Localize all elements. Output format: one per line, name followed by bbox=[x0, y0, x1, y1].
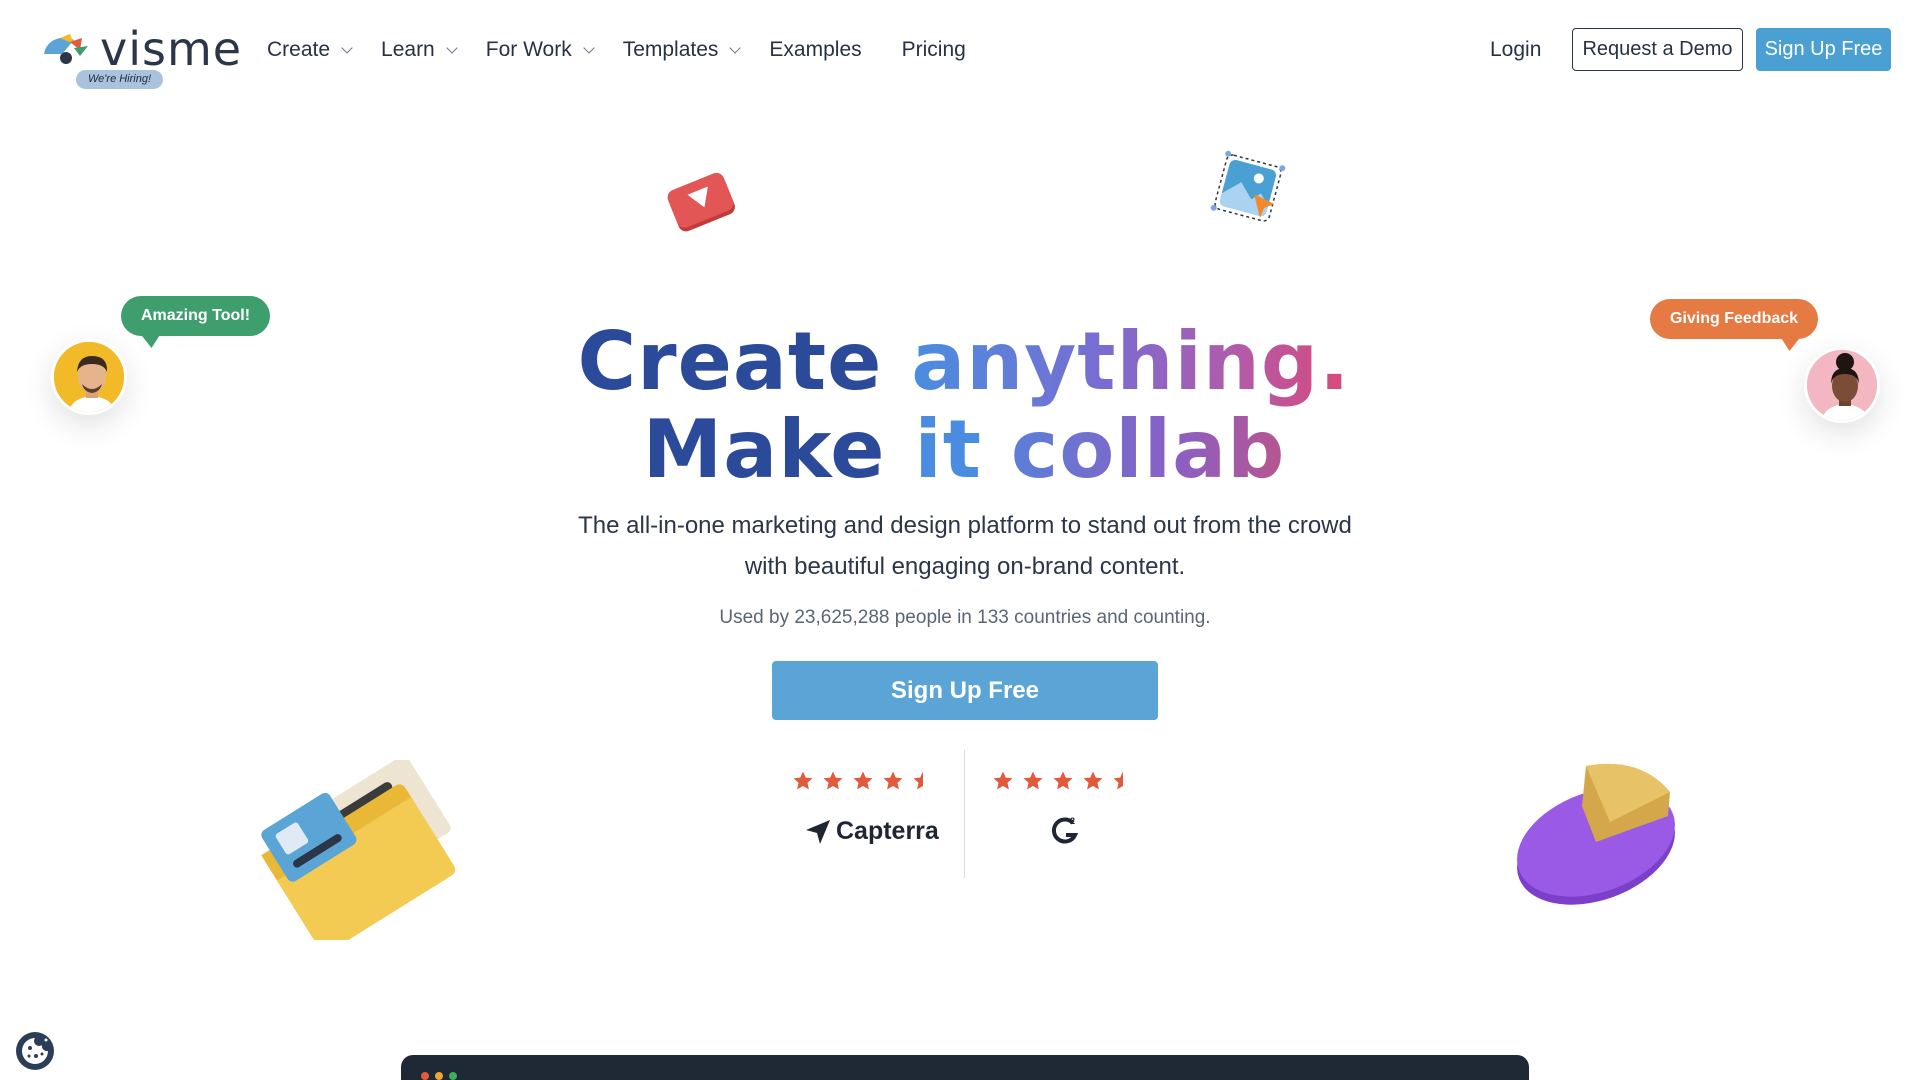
chevron-down-icon bbox=[446, 42, 458, 54]
pie-chart-icon bbox=[1517, 763, 1675, 905]
star-icon bbox=[793, 771, 813, 790]
star-icon bbox=[1023, 771, 1043, 790]
play-icon bbox=[667, 172, 735, 232]
chevron-down-icon bbox=[729, 42, 742, 54]
nav-templates[interactable]: Templates bbox=[622, 38, 742, 62]
signup-cta-button[interactable]: Sign Up Free bbox=[772, 661, 1158, 720]
nav-for-work[interactable]: For Work bbox=[485, 38, 595, 62]
title-word-collab: collab bbox=[1010, 403, 1286, 496]
star-icon bbox=[993, 771, 1013, 790]
product-preview-window bbox=[401, 1055, 1529, 1080]
nav-templates-label: Templates bbox=[622, 38, 719, 61]
login-link[interactable]: Login bbox=[1490, 38, 1541, 62]
nav-pricing[interactable]: Pricing bbox=[902, 38, 966, 62]
title-words-make-it: Make it bbox=[642, 403, 983, 496]
svg-text:2: 2 bbox=[1070, 816, 1075, 826]
cookie-icon bbox=[22, 1038, 48, 1064]
chevron-down-icon bbox=[583, 42, 595, 54]
capterra-icon bbox=[806, 819, 830, 844]
visme-logo-icon bbox=[44, 34, 88, 64]
signup-header-button[interactable]: Sign Up Free bbox=[1756, 28, 1891, 71]
site-header: visme We're Hiring! Create Learn For Wor… bbox=[0, 0, 1920, 100]
title-word-anything: anything. bbox=[911, 315, 1351, 408]
rating-divider bbox=[964, 750, 965, 878]
nav-examples-label: Examples bbox=[769, 38, 862, 61]
logo-wordmark: visme bbox=[100, 22, 243, 76]
nav-create-label: Create bbox=[267, 38, 331, 61]
star-icon bbox=[853, 771, 873, 790]
chevron-down-icon bbox=[341, 42, 353, 54]
star-rating bbox=[792, 770, 934, 792]
visme-logo[interactable]: visme We're Hiring! bbox=[40, 26, 241, 96]
nav-learn-label: Learn bbox=[381, 38, 435, 61]
nav-examples[interactable]: Examples bbox=[769, 38, 861, 62]
nav-create[interactable]: Create bbox=[267, 38, 353, 62]
nav-for-work-label: For Work bbox=[485, 38, 572, 61]
hero-subtitle: The all-in-one marketing and design plat… bbox=[578, 512, 1352, 580]
g2-icon: 2 bbox=[1051, 816, 1079, 844]
capterra-logo: Capterra bbox=[804, 817, 939, 846]
usage-stat: Used by 23,625,288 people in 133 countri… bbox=[719, 607, 1211, 628]
star-rating bbox=[992, 770, 1134, 792]
folder-icon bbox=[261, 760, 456, 940]
hiring-badge[interactable]: We're Hiring! bbox=[76, 70, 164, 89]
g2-rating[interactable] bbox=[992, 770, 1134, 792]
window-dot-red bbox=[421, 1072, 429, 1080]
star-icon bbox=[913, 771, 923, 790]
capterra-rating[interactable] bbox=[792, 770, 934, 792]
nav-learn[interactable]: Learn bbox=[381, 38, 458, 62]
window-dot-green bbox=[449, 1072, 457, 1080]
star-icon bbox=[883, 771, 903, 790]
hero-title: Create anything. Make it collab bbox=[0, 318, 1920, 494]
star-icon bbox=[1083, 771, 1103, 790]
star-icon bbox=[1053, 771, 1073, 790]
request-demo-button[interactable]: Request a Demo bbox=[1572, 28, 1743, 71]
window-dot-yellow bbox=[435, 1072, 443, 1080]
cookie-settings-button[interactable] bbox=[16, 1032, 54, 1070]
nav-pricing-label: Pricing bbox=[901, 38, 966, 61]
star-icon bbox=[823, 771, 843, 790]
image-select-icon bbox=[1210, 150, 1286, 222]
capterra-label: Capterra bbox=[836, 817, 939, 845]
title-word-create: Create bbox=[577, 315, 883, 408]
star-icon bbox=[1113, 771, 1123, 790]
main-nav: Create Learn For Work Templates Examples… bbox=[267, 38, 1006, 62]
